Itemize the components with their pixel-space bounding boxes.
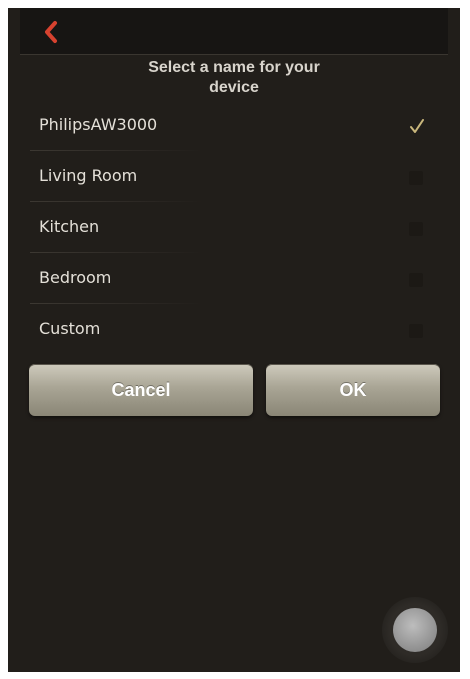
home-button[interactable]: [382, 597, 448, 663]
option-label: Custom: [39, 319, 101, 338]
page-title-line-2: device: [209, 79, 259, 96]
name-options-list: PhilipsAW3000 Living Room Kitchen Bedroo…: [8, 100, 460, 355]
option-label: Bedroom: [39, 268, 112, 287]
device-screen: Select a name for your device PhilipsAW3…: [8, 8, 460, 672]
option-label: PhilipsAW3000: [39, 115, 158, 134]
unchecked-box-icon: [409, 273, 423, 287]
top-bar: [20, 8, 448, 55]
unchecked-box-icon: [409, 222, 423, 236]
home-button-icon: [393, 608, 437, 652]
cancel-button[interactable]: Cancel: [29, 364, 253, 416]
ok-button[interactable]: OK: [266, 364, 440, 416]
option-living-room[interactable]: Living Room: [8, 151, 460, 202]
option-philipsaw3000[interactable]: PhilipsAW3000: [8, 100, 460, 151]
option-label: Living Room: [39, 166, 138, 185]
option-bedroom[interactable]: Bedroom: [8, 253, 460, 304]
option-custom[interactable]: Custom: [8, 304, 460, 355]
option-label: Kitchen: [39, 217, 100, 236]
chevron-left-icon: [45, 21, 57, 43]
unchecked-box-icon: [409, 324, 423, 338]
page-title: Select a name for your device: [20, 58, 448, 98]
checkmark-icon: [410, 119, 424, 133]
back-button[interactable]: [40, 18, 64, 46]
page-title-line-1: Select a name for your: [148, 59, 320, 76]
option-kitchen[interactable]: Kitchen: [8, 202, 460, 253]
unchecked-box-icon: [409, 171, 423, 185]
